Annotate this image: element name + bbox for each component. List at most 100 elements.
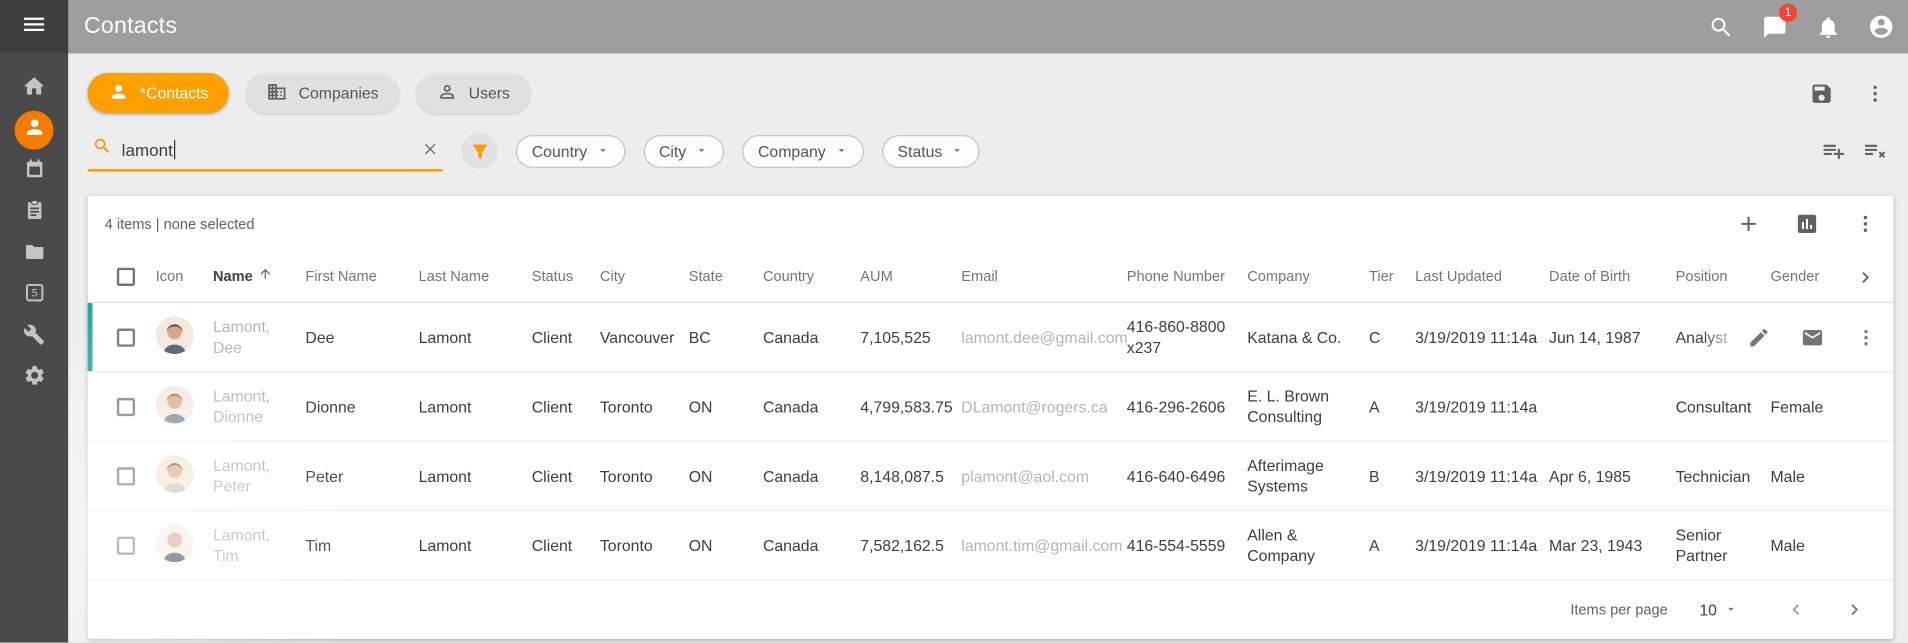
add-filter-icon[interactable]: [1820, 138, 1847, 165]
tab-companies-label: Companies: [299, 84, 379, 102]
column-header-city[interactable]: City: [600, 266, 689, 287]
pagination-bar: Items per page 10: [88, 580, 1894, 638]
cell-gender: Female: [1771, 396, 1844, 417]
cell-position: Technician: [1676, 465, 1771, 486]
sidebar-item-documents[interactable]: [15, 235, 54, 274]
column-header-position[interactable]: Position: [1676, 266, 1771, 287]
cell-email: lamont.dee@gmail.com: [961, 327, 1126, 348]
column-header-state[interactable]: State: [689, 266, 763, 287]
cell-gender: Male: [1771, 535, 1844, 556]
search-field[interactable]: lamont: [88, 130, 443, 171]
account-icon[interactable]: [1867, 12, 1896, 41]
tab-companies[interactable]: Companies: [246, 73, 399, 113]
clear-search-icon[interactable]: [419, 138, 441, 160]
chart-view-button[interactable]: [1794, 211, 1821, 238]
search-input[interactable]: lamont: [122, 139, 409, 158]
app-window: Contacts 1: [0, 0, 1908, 642]
row-checkbox[interactable]: [117, 467, 135, 485]
column-header-status[interactable]: Status: [532, 266, 600, 287]
cell-first-name: Dee: [305, 327, 418, 348]
column-header-first-name[interactable]: First Name: [305, 266, 418, 287]
column-header-company[interactable]: Company: [1247, 266, 1369, 287]
country-filter-dropdown[interactable]: Country: [516, 134, 625, 167]
cell-status: Client: [532, 327, 600, 348]
table-row[interactable]: Lamont, Peter Peter Lamont Client Toront…: [88, 442, 1894, 511]
person-icon: [108, 81, 129, 105]
column-header-date-of-birth[interactable]: Date of Birth: [1549, 266, 1676, 287]
cell-company: E. L. Brown Consulting: [1247, 386, 1369, 427]
row-checkbox[interactable]: [117, 536, 135, 554]
column-header-last-name[interactable]: Last Name: [419, 266, 532, 287]
column-header-icon[interactable]: Icon: [156, 266, 213, 287]
company-filter-dropdown[interactable]: Company: [742, 134, 863, 167]
chevron-down-icon: [834, 142, 847, 160]
column-header-email[interactable]: Email: [961, 266, 1126, 287]
email-row-button[interactable]: [1798, 324, 1825, 351]
column-header-aum[interactable]: AUM: [860, 266, 961, 287]
filter-funnel-button[interactable]: [461, 133, 498, 170]
sidebar-item-tools[interactable]: [15, 318, 54, 357]
contact-avatar: [156, 454, 213, 497]
folder-icon: [23, 240, 46, 269]
tab-users[interactable]: Users: [416, 73, 530, 113]
entity-tabs: *Contacts Companies Users: [88, 73, 1894, 113]
row-select-cell: [88, 467, 156, 485]
chat-icon[interactable]: 1: [1760, 12, 1789, 41]
next-page-button[interactable]: [1840, 595, 1869, 624]
row-checkbox[interactable]: [117, 397, 135, 415]
column-header-last-updated[interactable]: Last Updated: [1415, 266, 1549, 287]
select-all-checkbox[interactable]: [117, 268, 135, 286]
cell-gender: Male: [1771, 465, 1844, 486]
hamburger-icon: [21, 10, 48, 43]
cell-phone-number: 416-860-8800 x237: [1127, 316, 1247, 357]
status-filter-dropdown[interactable]: Status: [882, 134, 980, 167]
cell-company: Katana & Co.: [1247, 327, 1369, 348]
cell-status: Client: [532, 396, 600, 417]
save-button[interactable]: [1808, 80, 1835, 107]
city-filter-label: City: [659, 142, 686, 160]
notifications-bell-icon[interactable]: [1813, 12, 1842, 41]
cell-country: Canada: [763, 327, 860, 348]
previous-page-button[interactable]: [1781, 595, 1810, 624]
cell-state: ON: [689, 465, 763, 486]
sidebar-item-settings[interactable]: [15, 359, 54, 398]
row-select-cell: [88, 328, 156, 346]
contact-photo: [156, 524, 194, 562]
cell-company: Afterimage Systems: [1247, 455, 1369, 496]
sidebar-item-tasks[interactable]: [15, 193, 54, 232]
cell-aum: 8,148,087.5: [860, 465, 961, 486]
row-checkbox[interactable]: [117, 328, 135, 346]
cell-last-name: Lamont: [419, 327, 532, 348]
city-filter-dropdown[interactable]: City: [643, 134, 724, 167]
row-overflow-menu-button[interactable]: [1852, 324, 1879, 351]
column-header-phone[interactable]: Phone Number: [1127, 266, 1247, 287]
calendar-icon: [23, 157, 46, 186]
search-icon[interactable]: [1706, 12, 1735, 41]
hamburger-menu-button[interactable]: [0, 0, 68, 54]
clear-filters-icon[interactable]: [1862, 138, 1889, 165]
cell-date-of-birth: Jun 14, 1987: [1549, 327, 1676, 348]
toolbar-overflow-menu-button[interactable]: [1862, 80, 1889, 107]
column-header-tier[interactable]: Tier: [1369, 266, 1415, 287]
table-row[interactable]: Lamont, Dee Dee Lamont Client Vancouver …: [88, 303, 1894, 372]
sidebar-item-five[interactable]: 5: [15, 276, 54, 315]
cell-aum: 7,582,162.5: [860, 535, 961, 556]
column-header-name[interactable]: Name: [213, 266, 305, 287]
page-size-select[interactable]: 10: [1699, 601, 1737, 619]
add-contact-button[interactable]: [1735, 211, 1762, 238]
cell-tier: B: [1369, 465, 1415, 486]
edit-row-button[interactable]: [1745, 324, 1772, 351]
tab-contacts[interactable]: *Contacts: [88, 73, 230, 113]
sidebar-item-contacts[interactable]: [15, 111, 54, 150]
table-row[interactable]: Lamont, Tim Tim Lamont Client Toronto ON…: [88, 511, 1894, 580]
contact-photo: [156, 385, 194, 423]
sidebar-item-home[interactable]: [15, 69, 54, 108]
grid-overflow-menu-button[interactable]: [1852, 211, 1879, 238]
contact-avatar: [156, 316, 213, 359]
table-row[interactable]: Lamont, Dionne Dionne Lamont Client Toro…: [88, 372, 1894, 441]
column-header-country[interactable]: Country: [763, 266, 860, 287]
cell-name: Lamont, Peter: [213, 455, 305, 496]
column-header-gender[interactable]: Gender: [1771, 266, 1844, 287]
scroll-columns-right-icon[interactable]: [1854, 252, 1876, 302]
sidebar-item-calendar[interactable]: [15, 152, 54, 191]
